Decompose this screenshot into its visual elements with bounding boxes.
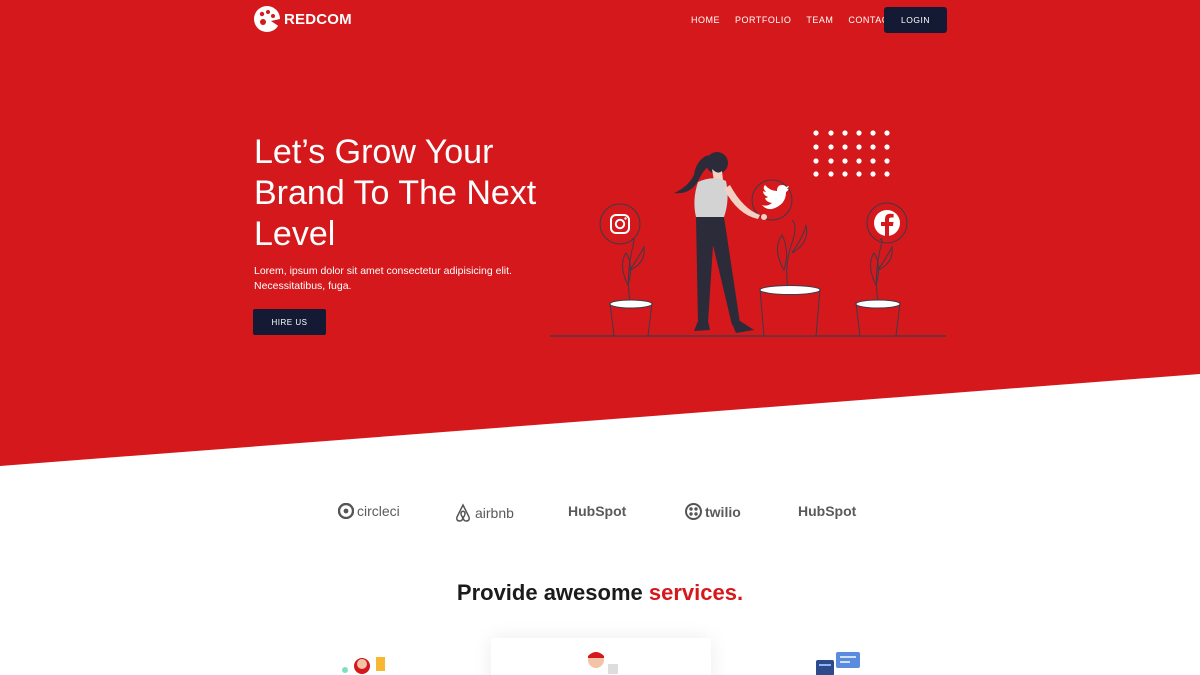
instagram-plant	[609, 238, 653, 337]
login-button[interactable]: LOGIN	[884, 7, 947, 33]
facebook-plant	[855, 238, 901, 337]
dot-grid-decoration	[813, 130, 890, 177]
airbnb-icon	[456, 503, 470, 522]
nav-home[interactable]: HOME	[691, 15, 720, 25]
main-menu: HOME PORTFOLIO TEAM CONTACT	[691, 15, 910, 25]
hubspot-icon	[856, 511, 857, 512]
hero-subtitle: Lorem, ipsum dolor sit amet consectetur …	[254, 265, 512, 292]
twitter-plant	[759, 219, 821, 337]
twilio-icon	[685, 503, 702, 520]
service-illustration-left	[342, 657, 385, 674]
circleci-icon	[338, 503, 354, 519]
partner-hubspot-2[interactable]: HubSpot	[798, 503, 860, 519]
woman-figure	[674, 152, 767, 333]
palette-logo-icon	[254, 6, 280, 32]
partner-name: HubSpot	[798, 503, 857, 519]
partner-name: airbnb	[475, 505, 514, 521]
partner-name: circleci	[357, 503, 400, 519]
partner-twilio[interactable]: twilio	[685, 503, 741, 520]
facebook-icon	[866, 202, 908, 244]
partner-airbnb[interactable]: airbnb	[454, 503, 514, 523]
partner-name: HubSpot	[568, 503, 627, 519]
hire-us-button[interactable]: HIRE US	[253, 309, 326, 335]
hero-title: Let’s Grow Your Brand To The Next Level	[254, 133, 537, 253]
service-illustration-center	[588, 652, 618, 674]
nav-team[interactable]: TEAM	[806, 15, 833, 25]
logo-text: REDCOM	[284, 10, 352, 28]
services-title-main: Provide awesome	[456, 580, 643, 605]
instagram-icon	[599, 203, 641, 245]
services-title: Provide awesome services.	[0, 580, 1200, 606]
nav-portfolio[interactable]: PORTFOLIO	[735, 15, 791, 25]
navbar: REDCOM HOME PORTFOLIO TEAM CONTACT LOGIN	[0, 0, 1200, 40]
services-title-accent: services.	[648, 580, 744, 605]
partner-circleci[interactable]: circleci	[338, 503, 400, 519]
service-illustration-right	[816, 652, 860, 675]
partner-hubspot-1[interactable]: HubSpot	[568, 503, 630, 519]
twitter-icon	[751, 179, 793, 221]
hero-illustration	[550, 130, 946, 337]
partner-logos: circleci airbnb HubSpot twilio HubSpot	[0, 503, 1200, 529]
partner-name: twilio	[705, 503, 741, 520]
logo[interactable]: REDCOM	[253, 5, 352, 33]
hubspot-icon	[626, 511, 627, 512]
